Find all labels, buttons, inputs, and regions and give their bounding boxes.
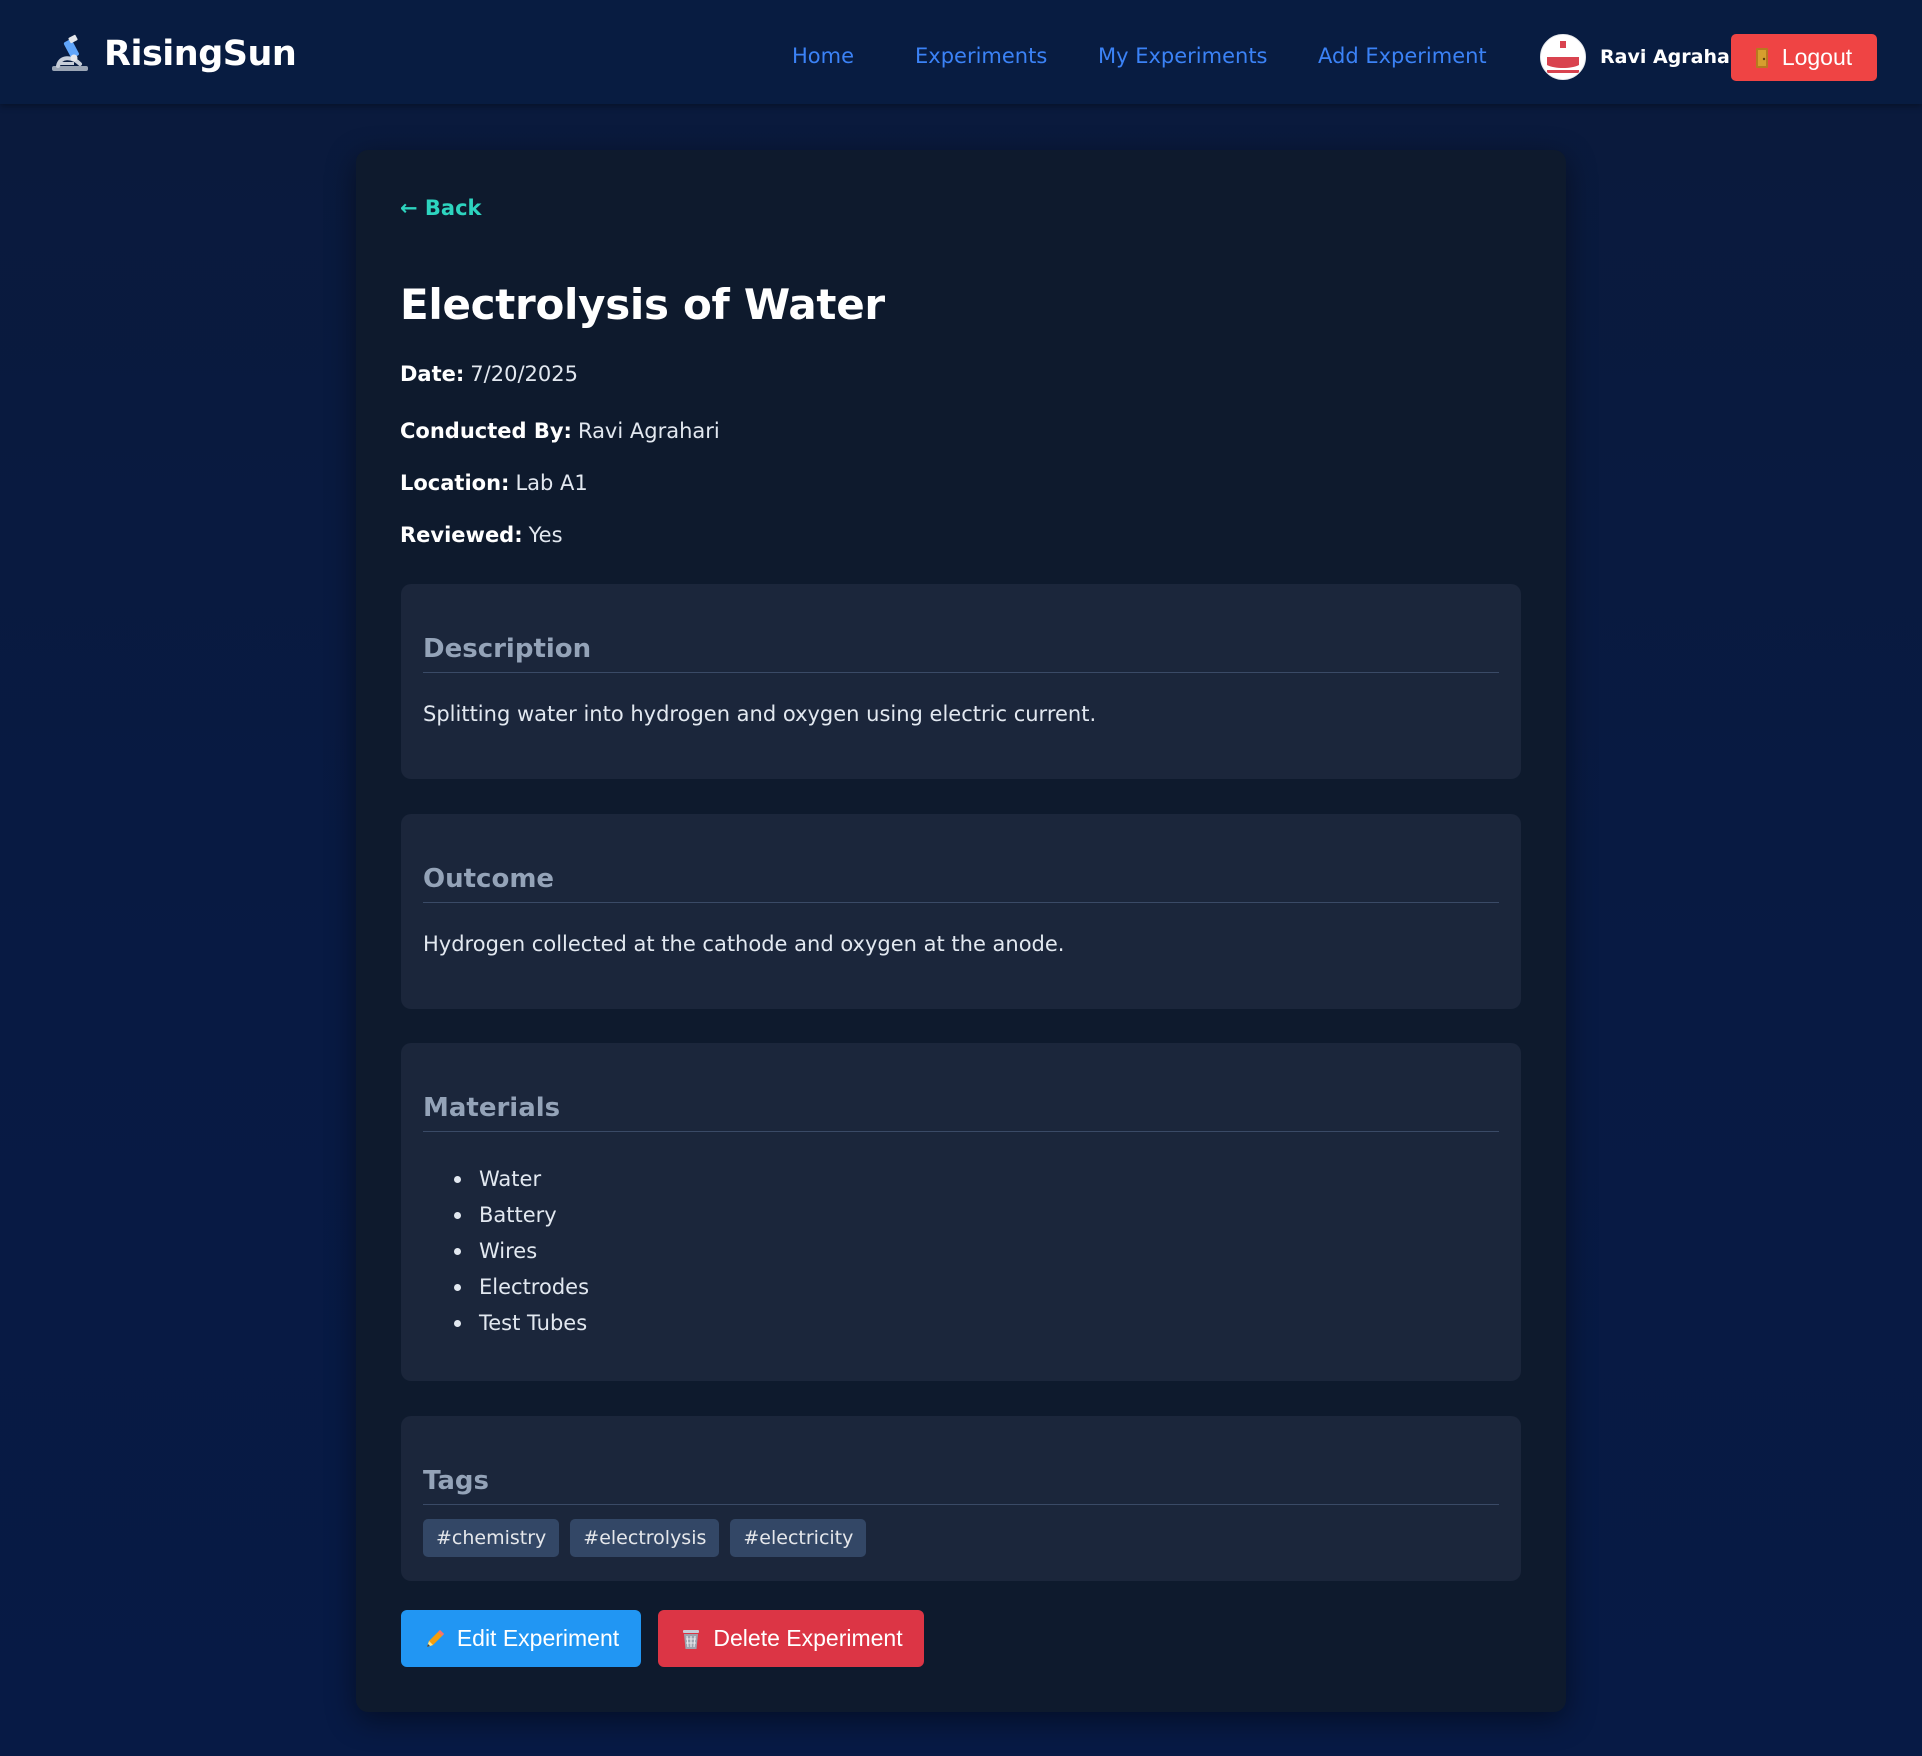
- description-heading: Description: [423, 634, 1499, 673]
- delete-experiment-label: Delete Experiment: [713, 1625, 903, 1651]
- materials-heading: Materials: [423, 1093, 1499, 1132]
- bullet-icon: [454, 1212, 461, 1219]
- tags-heading: Tags: [423, 1466, 1499, 1505]
- material-item: Water: [423, 1161, 589, 1197]
- nav-link-my-experiments[interactable]: My Experiments: [1098, 44, 1268, 68]
- tags-section: Tags #chemistry #electrolysis #electrici…: [401, 1416, 1521, 1581]
- nav-link-home[interactable]: Home: [792, 44, 854, 68]
- tag-list: #chemistry #electrolysis #electricity: [423, 1519, 877, 1557]
- avatar: [1540, 34, 1586, 80]
- pencil-icon: [426, 1629, 444, 1647]
- bullet-icon: [454, 1320, 461, 1327]
- bullet-icon: [454, 1248, 461, 1255]
- material-item: Battery: [423, 1197, 589, 1233]
- material-label: Wires: [479, 1239, 538, 1263]
- outcome-text: Hydrogen collected at the cathode and ox…: [423, 932, 1065, 956]
- material-item: Wires: [423, 1233, 589, 1269]
- material-item: Electrodes: [423, 1269, 589, 1305]
- material-label: Battery: [479, 1203, 557, 1227]
- nav-link-experiments[interactable]: Experiments: [915, 44, 1047, 68]
- bullet-icon: [454, 1284, 461, 1291]
- meta-conducted-by-value: Ravi Agrahari: [577, 419, 720, 443]
- material-label: Electrodes: [479, 1275, 590, 1299]
- meta-location-label: Location:: [400, 471, 510, 495]
- materials-list: Water Battery Wires Electrodes Test Tube…: [423, 1161, 589, 1341]
- meta-reviewed: Reviewed: Yes: [400, 523, 563, 547]
- materials-section: Materials Water Battery Wires Electrodes…: [401, 1043, 1521, 1381]
- user-menu[interactable]: Ravi Agrahari: [1540, 34, 1746, 80]
- description-section: Description Splitting water into hydroge…: [401, 584, 1521, 779]
- navbar: RisingSun Home Experiments My Experiment…: [0, 0, 1922, 104]
- door-icon: [1755, 47, 1768, 68]
- avatar-image: [1541, 35, 1585, 79]
- bullet-icon: [454, 1176, 461, 1183]
- brand-logo[interactable]: RisingSun: [50, 30, 297, 78]
- material-label: Test Tubes: [479, 1311, 588, 1335]
- logout-label: Logout: [1781, 44, 1853, 70]
- tag-electricity[interactable]: #electricity: [730, 1519, 867, 1557]
- meta-conducted-by-label: Conducted By:: [400, 419, 572, 443]
- meta-reviewed-value: Yes: [528, 523, 563, 547]
- tag-chemistry[interactable]: #chemistry: [423, 1519, 560, 1557]
- edit-experiment-button[interactable]: Edit Experiment: [401, 1610, 641, 1667]
- outcome-heading: Outcome: [423, 864, 1499, 903]
- meta-date: Date: 7/20/2025: [400, 362, 578, 386]
- microscope-icon: [52, 34, 88, 71]
- meta-reviewed-label: Reviewed:: [400, 523, 523, 547]
- back-link[interactable]: ← Back: [400, 196, 482, 220]
- edit-experiment-label: Edit Experiment: [456, 1625, 620, 1651]
- logout-button[interactable]: Logout: [1731, 34, 1877, 81]
- experiment-title: Electrolysis of Water: [400, 280, 885, 329]
- outcome-section: Outcome Hydrogen collected at the cathod…: [401, 814, 1521, 1009]
- meta-location-value: Lab A1: [515, 471, 588, 495]
- wastebasket-icon: [683, 1629, 700, 1649]
- user-name: Ravi Agrahari: [1600, 46, 1746, 68]
- material-item: Test Tubes: [423, 1305, 589, 1341]
- meta-location: Location: Lab A1: [400, 471, 588, 495]
- nav-link-add-experiment[interactable]: Add Experiment: [1318, 44, 1487, 68]
- material-label: Water: [479, 1167, 542, 1191]
- description-text: Splitting water into hydrogen and oxygen…: [423, 702, 1097, 726]
- meta-date-label: Date:: [400, 362, 465, 386]
- brand-name: RisingSun: [104, 34, 297, 74]
- tag-electrolysis[interactable]: #electrolysis: [570, 1519, 720, 1557]
- delete-experiment-button[interactable]: Delete Experiment: [658, 1610, 924, 1667]
- meta-conducted-by: Conducted By: Ravi Agrahari: [400, 419, 720, 443]
- experiment-detail-card: ← Back Electrolysis of Water Date: 7/20/2…: [356, 150, 1566, 1712]
- meta-date-value: 7/20/2025: [470, 362, 578, 386]
